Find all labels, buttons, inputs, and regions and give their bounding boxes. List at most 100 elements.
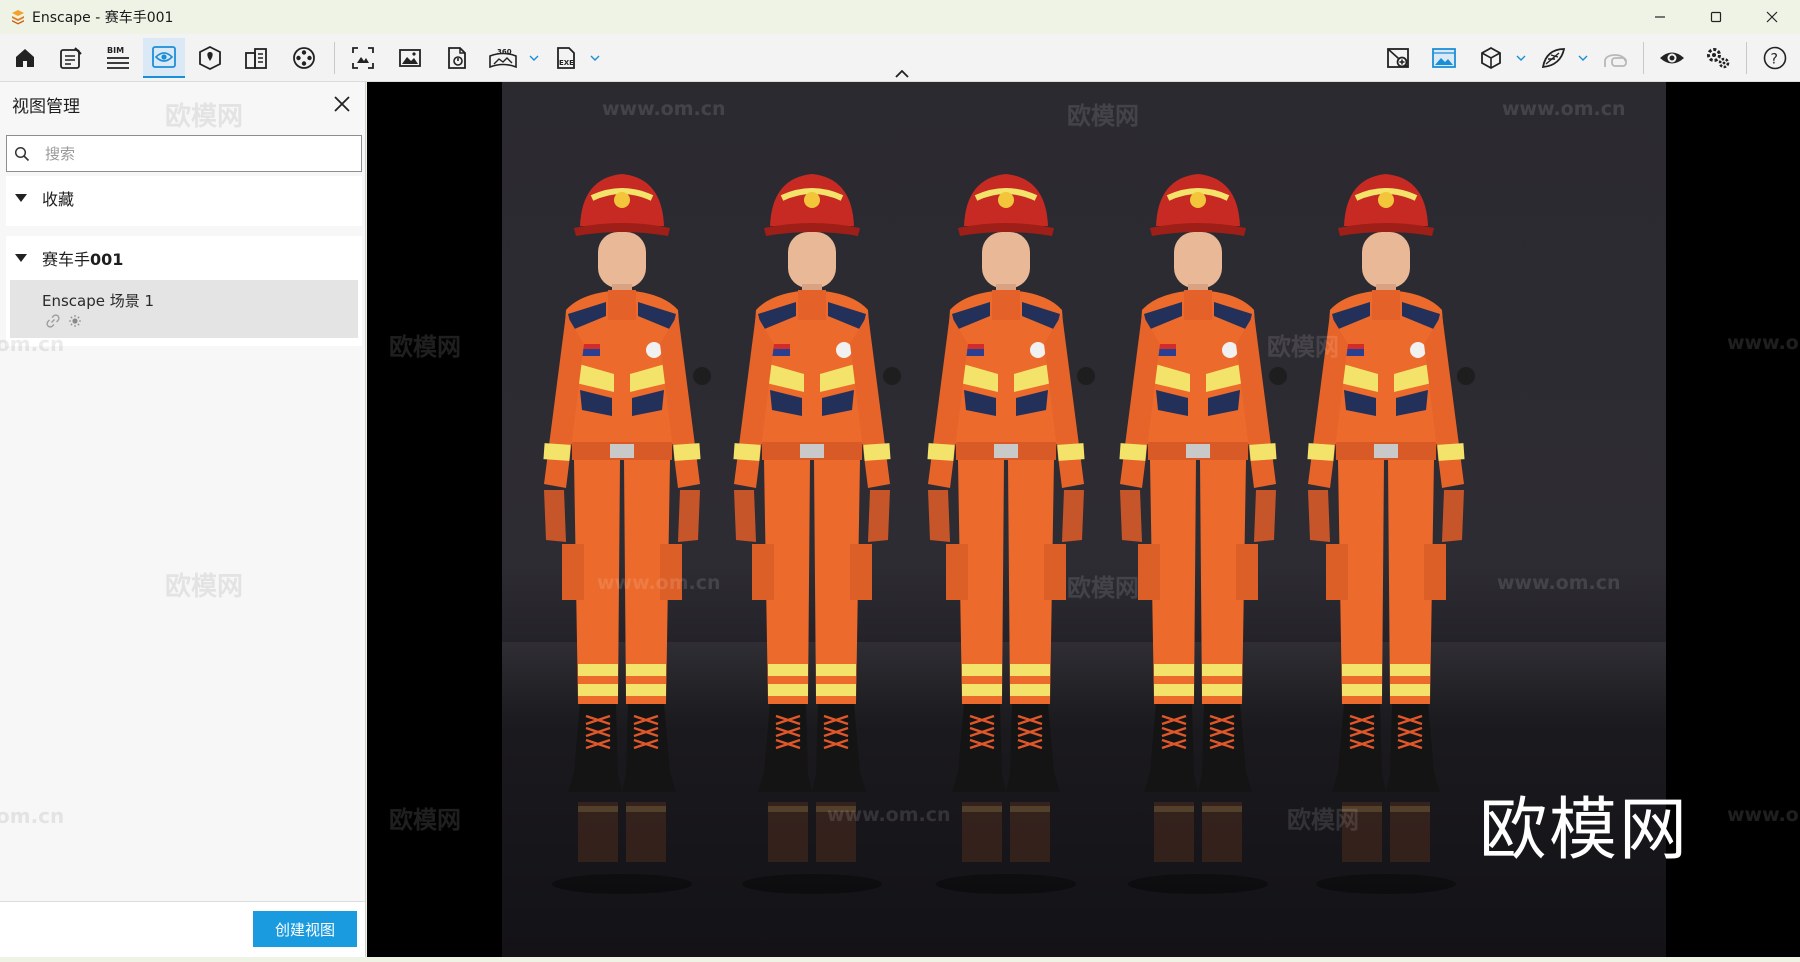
help-button[interactable]: ? <box>1754 38 1796 78</box>
title-bar: Enscape - 赛车手001 <box>0 0 1800 34</box>
create-view-button[interactable]: 创建视图 <box>253 911 357 947</box>
favorites-section: 收藏 <box>6 176 362 226</box>
site-context-button[interactable] <box>189 38 231 78</box>
chevron-down-icon <box>1516 55 1526 61</box>
firefighter-figure <box>712 144 912 904</box>
vr-headset-button[interactable] <box>1594 38 1636 78</box>
search-icon <box>7 146 37 162</box>
watermark-text: 欧模网 <box>1267 333 1339 361</box>
home-button[interactable] <box>4 38 46 78</box>
video-editor-button[interactable] <box>283 38 325 78</box>
chevron-up-icon <box>895 70 909 78</box>
visual-settings-button[interactable] <box>1651 38 1693 78</box>
view-management-panel: 视图管理 收藏 赛车手001 Enscape 场景 1 <box>0 82 366 957</box>
sun-icon[interactable] <box>68 314 82 328</box>
firefighter-figure <box>1098 144 1298 904</box>
link-icon[interactable] <box>46 314 60 328</box>
buildings-button[interactable] <box>235 38 277 78</box>
panel-title: 视图管理 <box>12 97 80 117</box>
render-viewport[interactable]: www.om.cn 欧模网 www.om.cn 欧模网 欧模网 www.om.c… <box>367 82 1800 957</box>
cube-icon <box>1481 46 1501 70</box>
watermark-url: www.om.cn <box>1727 804 1800 826</box>
minimize-button[interactable] <box>1632 0 1688 34</box>
caret-down-icon <box>8 194 34 202</box>
help-icon: ? <box>1763 46 1787 70</box>
cube-button[interactable] <box>1470 38 1512 78</box>
svg-text:BIM: BIM <box>107 46 124 55</box>
batch-export-icon <box>448 47 466 69</box>
exe-dropdown-caret[interactable] <box>588 48 602 68</box>
view-item[interactable]: Enscape 场景 1 <box>10 280 358 338</box>
scene-group-label: 赛车手001 <box>42 250 124 269</box>
home-icon <box>16 49 34 67</box>
material-button[interactable] <box>1532 38 1574 78</box>
favorites-header[interactable]: 收藏 <box>6 176 362 220</box>
watermark-url: www.om.cn <box>1502 98 1626 120</box>
exe-export-button[interactable]: EXE <box>545 38 587 78</box>
bim-button[interactable]: BIM <box>97 38 139 78</box>
watermark-text: om.cn <box>0 332 65 356</box>
watermark-url: www.om.cn <box>597 572 721 594</box>
visual-settings-icon <box>1660 52 1684 64</box>
scene-group-header[interactable]: 赛车手001 <box>6 236 362 280</box>
watermark-text: 欧模网 <box>1287 806 1359 834</box>
svg-text:?: ? <box>1771 52 1778 68</box>
maximize-button[interactable] <box>1688 0 1744 34</box>
settings-icon <box>1707 48 1730 69</box>
image-icon <box>1432 48 1456 68</box>
site-context-icon <box>199 45 221 71</box>
image-export-button[interactable] <box>389 38 431 78</box>
batch-export-button[interactable] <box>436 38 478 78</box>
watermark-text: 欧模网 <box>389 806 461 834</box>
image-view-button[interactable] <box>1423 38 1465 78</box>
scene-group-section: 赛车手001 Enscape 场景 1 <box>6 236 362 346</box>
panel-footer: 创建视图 <box>0 901 365 957</box>
search-input[interactable] <box>45 144 345 163</box>
panorama-360-button[interactable]: 360 <box>482 38 524 78</box>
collapse-toolbar-toggle[interactable] <box>893 66 911 82</box>
window-title: Enscape - 赛车手001 <box>32 10 174 26</box>
vr-headset-icon <box>1604 54 1627 67</box>
buildings-icon <box>245 48 267 69</box>
asset-library-button[interactable] <box>1377 38 1419 78</box>
views-icon <box>152 46 176 68</box>
watermark-text: om.cn <box>0 804 65 828</box>
watermark-url: www.om.cn <box>602 98 726 120</box>
minimize-icon <box>1655 16 1665 18</box>
brand-watermark: 欧模网 <box>1479 791 1690 870</box>
chevron-down-icon <box>1578 55 1588 61</box>
watermark-url: www.om.cn <box>1727 332 1800 354</box>
firefighter-figure <box>906 144 1106 904</box>
watermark-url: www.om.cn <box>827 804 951 826</box>
views-button[interactable] <box>143 38 185 78</box>
watermark-text: 欧模网 <box>165 102 244 132</box>
svg-text:EXE: EXE <box>559 59 574 67</box>
notes-button[interactable] <box>50 38 92 78</box>
close-icon <box>334 96 350 112</box>
panel-close-button[interactable] <box>330 92 354 116</box>
chevron-down-icon <box>529 55 539 61</box>
close-icon <box>1766 11 1778 23</box>
panorama-360-icon: 360 <box>489 48 517 69</box>
watermark-text: 欧模网 <box>165 572 244 602</box>
watermark-url: www.om.cn <box>1497 572 1621 594</box>
window-bottom-edge <box>0 957 1800 962</box>
screenshot-icon <box>352 47 374 69</box>
watermark-text: 欧模网 <box>1067 574 1139 602</box>
enscape-logo-icon <box>10 9 26 25</box>
close-window-button[interactable] <box>1744 0 1800 34</box>
favorites-label: 收藏 <box>42 190 75 209</box>
notes-icon <box>60 47 82 69</box>
panorama-dropdown-caret[interactable] <box>527 48 541 68</box>
material-dropdown-caret[interactable] <box>1576 48 1590 68</box>
bim-icon: BIM <box>107 46 129 69</box>
screenshot-button[interactable] <box>342 38 384 78</box>
watermark-text: 欧模网 <box>389 333 461 361</box>
firefighter-figure <box>522 144 722 904</box>
exe-export-icon: EXE <box>557 47 575 69</box>
search-box <box>6 135 362 172</box>
view-name: Enscape 场景 1 <box>42 292 155 310</box>
cube-dropdown-caret[interactable] <box>1514 48 1528 68</box>
settings-button[interactable] <box>1697 38 1739 78</box>
watermark-text: 欧模网 <box>1067 102 1139 130</box>
